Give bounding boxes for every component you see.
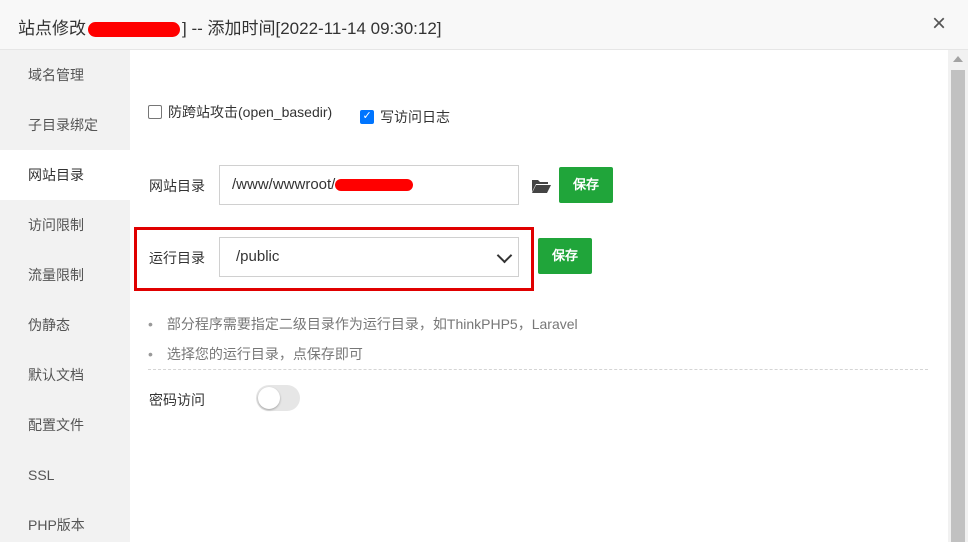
access-log-label: 写访问日志 <box>380 108 451 125</box>
chevron-down-icon <box>496 247 513 264</box>
close-icon[interactable]: × <box>932 12 946 36</box>
checkbox-unchecked-icon[interactable] <box>148 105 162 119</box>
site-dir-label: 网站目录 <box>149 178 205 194</box>
scrollbar[interactable] <box>948 50 968 542</box>
sidebar-item-subdir-binding[interactable]: 子目录绑定 <box>0 100 130 150</box>
open-basedir-label: 防跨站攻击(open_basedir) <box>168 104 333 120</box>
access-log-checkbox[interactable]: 写访问日志 <box>360 107 450 127</box>
sidebar: 域名管理 子目录绑定 网站目录 访问限制 流量限制 伪静态 默认文档 配置文件 … <box>0 50 130 542</box>
site-dir-save-button[interactable]: 保存 <box>559 167 614 203</box>
scroll-thumb[interactable] <box>951 70 965 542</box>
run-dir-select[interactable]: /public <box>219 237 519 277</box>
open-basedir-checkbox[interactable]: 防跨站攻击(open_basedir) <box>148 102 332 122</box>
sidebar-item-default-doc[interactable]: 默认文档 <box>0 350 130 400</box>
redacted-site-name <box>88 22 180 38</box>
dialog-title-suffix: ] -- 添加时间[2022-11-14 09:30:12] <box>182 19 442 38</box>
tip-item: 选择您的运行目录，点保存即可 <box>148 342 578 372</box>
redacted-dir-name <box>335 179 414 192</box>
sidebar-item-access-limit[interactable]: 访问限制 <box>0 200 130 250</box>
tips-list: 部分程序需要指定二级目录作为运行目录，如ThinkPHP5，Laravel 选择… <box>148 312 578 372</box>
scroll-up-arrow-icon[interactable] <box>953 56 963 62</box>
sidebar-item-domain[interactable]: 域名管理 <box>0 50 130 100</box>
checkbox-checked-icon[interactable] <box>360 109 375 124</box>
sidebar-item-site-dir[interactable]: 网站目录 <box>0 150 130 200</box>
folder-open-icon[interactable] <box>531 179 551 193</box>
dialog-title-prefix: 站点修改 <box>18 19 86 38</box>
sidebar-item-ssl[interactable]: SSL <box>0 450 130 500</box>
dialog-titlebar: 站点修改 ] -- 添加时间[2022-11-14 09:30:12] × <box>0 0 968 50</box>
dialog-title: 站点修改 ] -- 添加时间[2022-11-14 09:30:12] <box>18 14 442 39</box>
sidebar-item-config-file[interactable]: 配置文件 <box>0 400 130 450</box>
sidebar-item-php-version[interactable]: PHP版本 <box>0 500 130 550</box>
toggle-knob[interactable] <box>258 387 280 409</box>
main-content: 防跨站攻击(open_basedir) 写访问日志 网站目录 /www/wwwr… <box>130 50 948 542</box>
password-access-label: 密码访问 <box>149 392 205 408</box>
site-dir-input[interactable]: /www/wwwroot/ <box>219 165 519 205</box>
run-dir-label: 运行目录 <box>149 250 205 266</box>
options-row: 防跨站攻击(open_basedir) 写访问日志 <box>148 102 474 127</box>
run-dir-save-button[interactable]: 保存 <box>538 238 593 274</box>
divider <box>148 369 928 370</box>
site-dir-value: /www/wwwroot/ <box>232 176 336 193</box>
run-dir-value: /public <box>236 248 280 265</box>
sidebar-item-rewrite[interactable]: 伪静态 <box>0 300 130 350</box>
password-access-toggle[interactable] <box>256 385 300 411</box>
tip-item: 部分程序需要指定二级目录作为运行目录，如ThinkPHP5，Laravel <box>148 312 578 342</box>
sidebar-item-traffic-limit[interactable]: 流量限制 <box>0 250 130 300</box>
